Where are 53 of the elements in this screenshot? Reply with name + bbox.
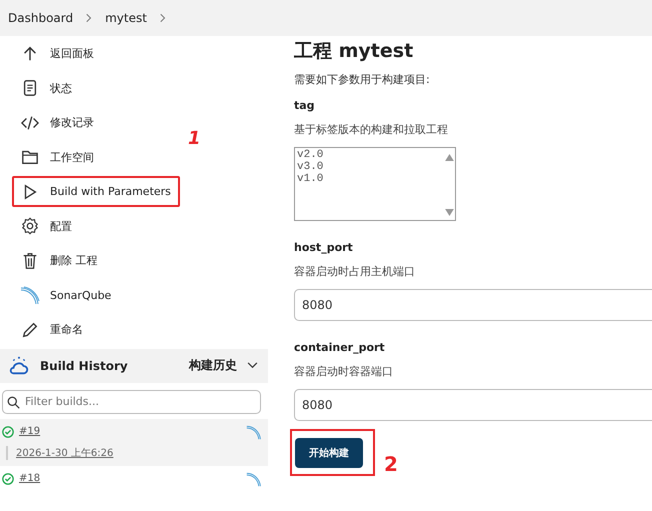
build-button[interactable]: 开始构建 bbox=[295, 438, 363, 468]
nav-item[interactable]: 返回面板 bbox=[12, 38, 180, 69]
parameter-description: 基于标签版本的构建和拉取工程 bbox=[294, 122, 449, 137]
list-option[interactable]: v3.0 bbox=[297, 161, 441, 173]
annotation-number: 1 bbox=[188, 128, 201, 149]
intro-text: 需要如下参数用于构建项目: bbox=[294, 72, 431, 87]
nav-item[interactable]: 配置 bbox=[12, 210, 180, 242]
trash-icon bbox=[21, 252, 39, 270]
document-icon bbox=[21, 79, 39, 97]
sonar-waves-icon bbox=[20, 285, 40, 305]
chevron-icon bbox=[160, 13, 166, 23]
annotation-number: 2 bbox=[384, 452, 398, 476]
success-check-icon bbox=[2, 426, 14, 438]
nav-item[interactable]: 修改记录 bbox=[12, 107, 180, 138]
parameter-name: tag bbox=[294, 99, 316, 112]
scroll-up-icon[interactable] bbox=[444, 154, 454, 161]
filter-field[interactable]: Filter builds... bbox=[2, 390, 261, 414]
parameter-name: host_port bbox=[294, 241, 354, 254]
sonar-waves-icon bbox=[246, 424, 262, 440]
build-history-title: Build History bbox=[40, 358, 129, 372]
pencil-icon bbox=[21, 320, 39, 338]
sonar-waves-icon bbox=[246, 470, 262, 486]
parameter-description: 容器启动时占用主机端口 bbox=[294, 264, 416, 279]
tag-listbox[interactable]: v2.0 v3.0 v1.0 bbox=[294, 147, 456, 221]
build-history-dropdown[interactable]: 构建历史 bbox=[189, 357, 258, 374]
nav-item[interactable]: 删除 工程 bbox=[12, 245, 180, 276]
nav-item[interactable]: 重命名 bbox=[12, 314, 180, 345]
parameter-description: 容器启动时容器端口 bbox=[294, 364, 394, 379]
chevron-icon bbox=[86, 13, 92, 23]
scroll-down-icon[interactable] bbox=[444, 209, 454, 216]
build-time-link[interactable]: 2026-1-30 上午6:26 bbox=[16, 448, 114, 458]
breadcrumb-link[interactable]: mytest bbox=[105, 11, 147, 25]
nav-item[interactable]: 状态 bbox=[12, 72, 180, 104]
build-link[interactable]: #18 bbox=[19, 473, 241, 484]
text-field[interactable]: 8080 bbox=[294, 389, 652, 421]
text-field[interactable]: 8080 bbox=[294, 289, 652, 321]
nav-item[interactable]: Build with Parameters bbox=[12, 176, 180, 207]
list-option[interactable]: v2.0 bbox=[297, 149, 441, 161]
weather-icon bbox=[8, 354, 30, 376]
list-option[interactable]: v1.0 bbox=[297, 173, 441, 185]
settings-icon bbox=[21, 217, 39, 235]
nav-item[interactable]: 工作空间 bbox=[12, 142, 180, 172]
nav-item[interactable]: SonarQube bbox=[12, 280, 180, 310]
code-icon bbox=[21, 114, 39, 132]
build-link[interactable]: #19 bbox=[19, 426, 241, 437]
page-title: 工程 mytest bbox=[294, 39, 414, 64]
parameter-name: container_port bbox=[294, 341, 386, 354]
build-row[interactable]: #18 bbox=[0, 466, 268, 488]
success-check-icon bbox=[2, 472, 14, 484]
folder-icon bbox=[21, 148, 39, 166]
breadcrumb-link[interactable]: Dashboard bbox=[8, 11, 74, 25]
build-row[interactable]: #19 2026-1-30 上午6:26 bbox=[0, 418, 268, 466]
chevron-down-icon bbox=[247, 362, 258, 369]
